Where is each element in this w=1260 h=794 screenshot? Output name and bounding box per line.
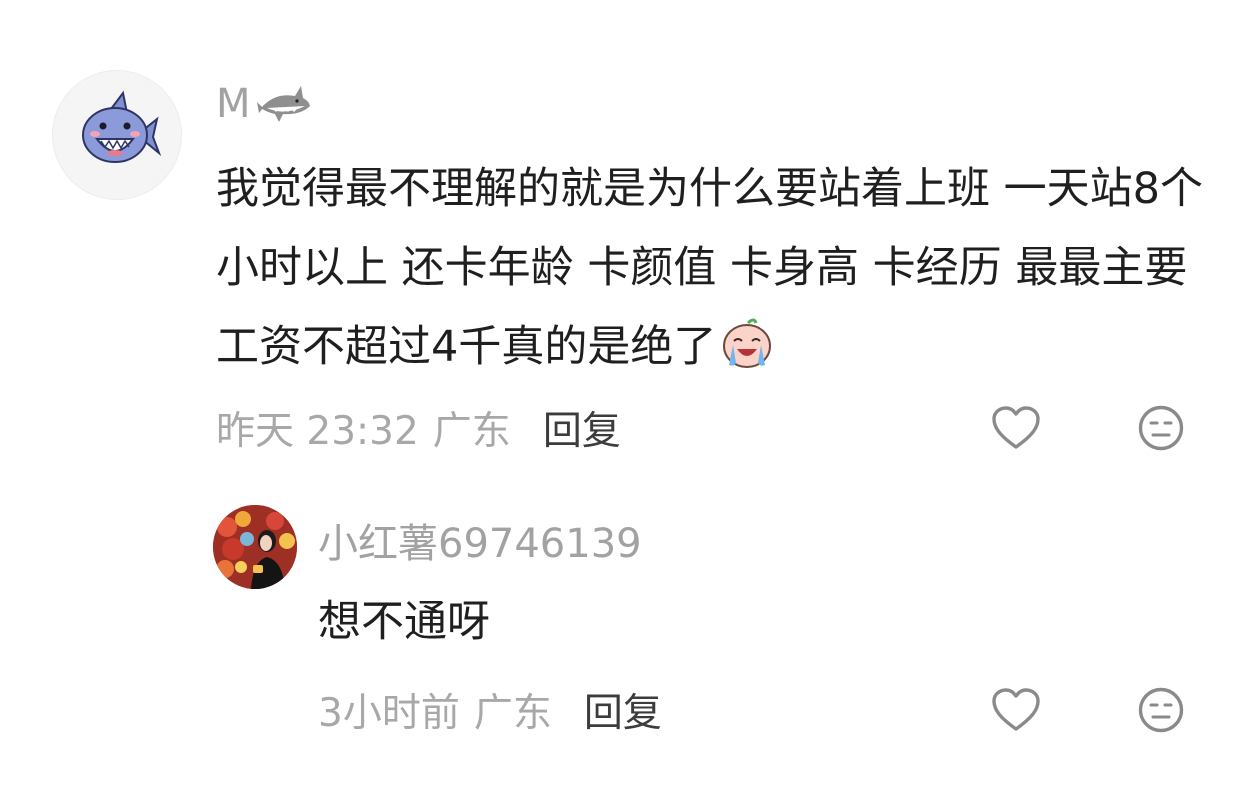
- reply-meta: 3小时前 广东 回复: [318, 682, 662, 738]
- crying-face-icon: [720, 316, 774, 395]
- shark-avatar-icon: [53, 71, 181, 199]
- username-text: M: [216, 81, 252, 127]
- comment-time: 昨天 23:32: [216, 409, 419, 454]
- like-button[interactable]: [988, 400, 1044, 456]
- reply-dislike-button[interactable]: [1133, 682, 1189, 738]
- reply-text: 想不通呀: [318, 597, 490, 647]
- reply-button[interactable]: 回复: [543, 400, 621, 456]
- reply-to-reply-button[interactable]: 回复: [584, 682, 662, 738]
- avatar[interactable]: [52, 70, 182, 200]
- comment-text-content: 我觉得最不理解的就是为什么要站着上班 一天站8个小时以上 还卡年龄 卡颜值 卡身…: [216, 164, 1204, 372]
- neutral-face-icon: [1138, 687, 1184, 733]
- comment-username[interactable]: M: [216, 78, 313, 130]
- heart-icon: [992, 406, 1040, 449]
- reply-username[interactable]: 小红薯69746139: [318, 514, 642, 567]
- heart-icon: [992, 688, 1040, 731]
- comment-text: 我觉得最不理解的就是为什么要站着上班 一天站8个小时以上 还卡年龄 卡颜值 卡身…: [216, 150, 1216, 395]
- dislike-button[interactable]: [1133, 400, 1189, 456]
- reply-like-button[interactable]: [988, 682, 1044, 738]
- reply-avatar[interactable]: [213, 505, 297, 589]
- user-photo-avatar: [213, 505, 297, 589]
- comment-meta: 昨天 23:32 广东 回复: [216, 400, 621, 456]
- neutral-face-icon: [1138, 405, 1184, 451]
- comment-location: 广东: [432, 409, 511, 454]
- shark-icon: [257, 86, 311, 122]
- reply-time: 3小时前: [318, 691, 460, 736]
- reply-location: 广东: [473, 691, 552, 736]
